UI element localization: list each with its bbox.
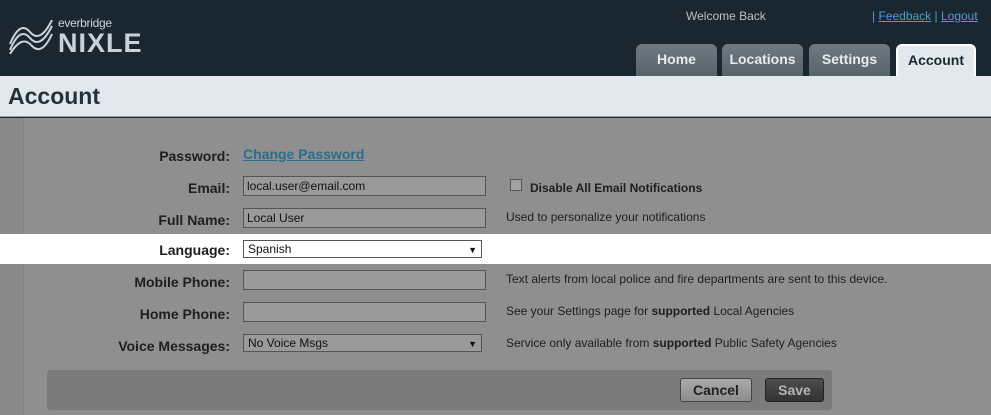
- page-title: Account: [8, 83, 100, 109]
- password-row: Password: Change Password: [0, 142, 991, 170]
- logo-waves-icon: [9, 20, 53, 54]
- save-button[interactable]: Save: [765, 378, 824, 402]
- email-field[interactable]: local.user@email.com: [243, 176, 486, 196]
- change-password-link[interactable]: Change Password: [243, 146, 364, 162]
- tab-settings[interactable]: Settings: [809, 44, 890, 76]
- voice-messages-row: Voice Messages: No Voice Msgs ▼ Service …: [0, 332, 991, 360]
- home-phone-row: Home Phone: See your Settings page for s…: [0, 300, 991, 328]
- home-phone-field[interactable]: [243, 302, 486, 322]
- form-button-bar: Cancel Save: [47, 370, 832, 410]
- full-name-hint: Used to personalize your notifications: [506, 210, 706, 224]
- voice-messages-label: Voice Messages:: [118, 338, 230, 354]
- tab-home[interactable]: Home: [636, 44, 717, 76]
- everbridge-nixle-logo[interactable]: everbridge NIXLE: [8, 16, 148, 58]
- home-phone-label: Home Phone:: [139, 306, 230, 322]
- mobile-phone-label: Mobile Phone:: [134, 274, 230, 290]
- full-name-row: Full Name: Local User Used to personaliz…: [0, 206, 991, 234]
- language-label: Language:: [159, 242, 230, 258]
- mobile-phone-row: Mobile Phone: Text alerts from local pol…: [0, 268, 991, 296]
- email-row: Email: local.user@email.com Disable All …: [0, 174, 991, 202]
- full-name-label: Full Name:: [158, 212, 230, 228]
- welcome-text: Welcome Back: [686, 9, 766, 23]
- mobile-phone-field[interactable]: [243, 270, 486, 290]
- account-form: Password: Change Password Email: local.u…: [0, 118, 991, 415]
- full-name-field[interactable]: Local User: [243, 208, 486, 228]
- mobile-phone-hint: Text alerts from local police and fire d…: [506, 272, 888, 286]
- top-header: everbridge NIXLE Welcome Back | Feedback…: [0, 0, 991, 76]
- language-value: Spanish: [248, 242, 292, 256]
- home-phone-hint: See your Settings page for supported Loc…: [506, 304, 795, 318]
- dropdown-arrow-icon: ▼: [468, 339, 477, 349]
- link-separator: |: [872, 9, 876, 23]
- language-row: Language: Spanish ▼: [0, 234, 991, 264]
- disable-email-label: Disable All Email Notifications: [530, 181, 703, 195]
- language-select[interactable]: Spanish ▼: [243, 240, 482, 258]
- cancel-button[interactable]: Cancel: [680, 378, 752, 402]
- voice-messages-hint: Service only available from supported Pu…: [506, 336, 837, 350]
- logout-link[interactable]: Logout: [941, 9, 978, 23]
- email-label: Email:: [187, 180, 230, 196]
- password-label: Password:: [159, 148, 230, 164]
- feedback-link[interactable]: Feedback: [878, 9, 931, 23]
- voice-messages-select[interactable]: No Voice Msgs ▼: [243, 334, 482, 352]
- tab-account[interactable]: Account: [896, 44, 976, 76]
- link-separator: |: [934, 9, 938, 23]
- voice-messages-value: No Voice Msgs: [248, 336, 329, 350]
- dropdown-arrow-icon: ▼: [468, 245, 477, 255]
- tab-locations[interactable]: Locations: [722, 44, 803, 76]
- header-links: | Feedback | Logout: [872, 9, 978, 23]
- logo-big-text: NIXLE: [58, 28, 143, 58]
- page-title-bar: Account: [0, 76, 991, 117]
- disable-email-checkbox[interactable]: [510, 179, 522, 191]
